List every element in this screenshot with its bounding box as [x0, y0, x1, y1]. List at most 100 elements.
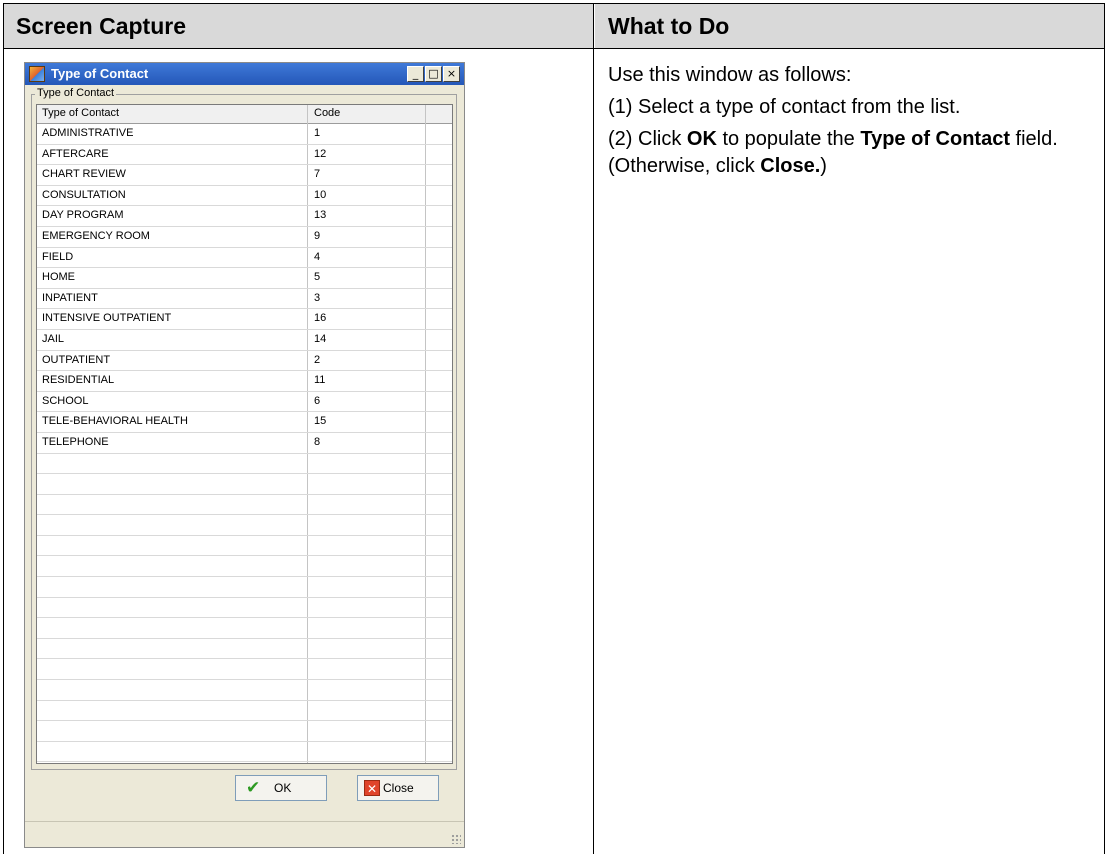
- table-row[interactable]: HOME 5: [37, 268, 452, 289]
- empty-table-row: [37, 701, 452, 722]
- header-screen-capture: Screen Capture: [3, 4, 593, 48]
- cell-type-of-contact: CONSULTATION: [42, 188, 126, 201]
- table-row[interactable]: EMERGENCY ROOM 9: [37, 227, 452, 248]
- cell-code: 13: [314, 209, 327, 222]
- window-title: Type of Contact: [51, 66, 149, 81]
- cell-type-of-contact: DAY PROGRAM: [42, 209, 124, 222]
- table-row[interactable]: SCHOOL 6: [37, 392, 452, 413]
- table-row[interactable]: JAIL 14: [37, 330, 452, 351]
- title-buttons: _ □ ×: [407, 66, 460, 82]
- table-row[interactable]: FIELD 4: [37, 248, 452, 269]
- table-row[interactable]: INTENSIVE OUTPATIENT 16: [37, 309, 452, 330]
- app-icon: [29, 66, 45, 82]
- instruction-table: Screen Capture What to Do Type of Contac…: [0, 0, 1108, 854]
- table-row[interactable]: ADMINISTRATIVE 1: [37, 124, 452, 145]
- cell-type-of-contact: CHART REVIEW: [42, 168, 126, 181]
- cell-code: 6: [314, 394, 321, 407]
- cell-type-of-contact: HOME: [42, 271, 75, 284]
- table-row[interactable]: INPATIENT 3: [37, 289, 452, 310]
- close-window-button[interactable]: ×: [443, 66, 460, 82]
- table-row[interactable]: CHART REVIEW 7: [37, 165, 452, 186]
- maximize-button[interactable]: □: [425, 66, 442, 82]
- table-row[interactable]: RESIDENTIAL 11: [37, 371, 452, 392]
- minimize-button[interactable]: _: [407, 66, 424, 82]
- table-border: [3, 3, 1105, 4]
- step2-text: ): [820, 155, 827, 177]
- cell-code: 3: [314, 291, 321, 304]
- step2-close: Close.: [760, 155, 821, 177]
- table-row[interactable]: AFTERCARE 12: [37, 145, 452, 166]
- cell-code: 14: [314, 332, 327, 345]
- cell-type-of-contact: TELE-BEHAVIORAL HEALTH: [42, 415, 188, 428]
- group-label: Type of Contact: [35, 87, 117, 99]
- checkmark-icon: ✔: [246, 778, 261, 798]
- empty-table-row: [37, 474, 452, 495]
- instructions-step-1: (1) Select a type of contact from the li…: [608, 96, 961, 118]
- empty-table-row: [37, 515, 452, 536]
- cell-code: 8: [314, 435, 321, 448]
- step2-field: Type of Contact: [860, 128, 1010, 150]
- type-of-contact-window: Type of Contact _ □ × Type of Contact Ty…: [24, 62, 465, 848]
- empty-table-row: [37, 536, 452, 557]
- contact-type-grid[interactable]: Type of Contact Code ADMINISTRATIVE 1 AFTE…: [36, 104, 453, 764]
- cell-code: 11: [314, 374, 326, 387]
- table-border: [1104, 3, 1105, 854]
- cell-type-of-contact: FIELD: [42, 250, 74, 263]
- close-label: Close: [383, 781, 414, 795]
- cell-type-of-contact: INPATIENT: [42, 291, 98, 304]
- step2-text: to populate the: [716, 128, 861, 150]
- grid-header: Type of Contact Code: [37, 105, 452, 124]
- header-what-to-do: What to Do: [595, 4, 1105, 48]
- cell-type-of-contact: OUTPATIENT: [42, 353, 111, 366]
- close-button[interactable]: ✕ Close: [357, 775, 439, 801]
- empty-table-row: [37, 556, 452, 578]
- step2-text: (2) Click: [608, 128, 687, 150]
- table-row[interactable]: OUTPATIENT 2: [37, 351, 452, 372]
- table-row[interactable]: DAY PROGRAM 13: [37, 206, 452, 227]
- empty-table-row: [37, 495, 452, 516]
- cell-type-of-contact: ADMINISTRATIVE: [42, 127, 134, 139]
- table-row[interactable]: TELEPHONE 8: [37, 433, 452, 454]
- cell-code: 15: [314, 415, 327, 428]
- instructions-intro: Use this window as follows:: [608, 64, 852, 86]
- grid-rows: ADMINISTRATIVE 1 AFTERCARE 12 CHART REVIEW 7 C…: [37, 124, 452, 763]
- table-border: [3, 3, 4, 854]
- table-row[interactable]: CONSULTATION 10: [37, 186, 452, 207]
- step2-ok: OK: [686, 128, 717, 150]
- cell-type-of-contact: RESIDENTIAL: [42, 374, 115, 387]
- empty-table-row: [37, 639, 452, 660]
- window-titlebar[interactable]: Type of Contact _ □ ×: [25, 63, 464, 85]
- column-header-type[interactable]: Type of Contact: [42, 107, 119, 119]
- cell-code: 16: [314, 312, 327, 325]
- empty-table-row: [37, 721, 452, 742]
- cell-type-of-contact: INTENSIVE OUTPATIENT: [42, 312, 172, 325]
- instructions: Use this window as follows: (1) Select a…: [608, 62, 1098, 185]
- empty-table-row: [37, 659, 452, 681]
- table-border: [593, 3, 594, 854]
- empty-table-row: [37, 454, 452, 475]
- cell-type-of-contact: JAIL: [42, 332, 65, 345]
- empty-table-row: [37, 618, 452, 639]
- cell-code: 5: [314, 271, 321, 284]
- cell-type-of-contact: SCHOOL: [42, 394, 89, 407]
- ok-label: OK: [274, 781, 292, 795]
- cell-type-of-contact: EMERGENCY ROOM: [42, 229, 150, 242]
- instructions-step-2: (2) Click OK to populate the Type of Con…: [608, 126, 1098, 180]
- empty-table-row: [37, 598, 452, 619]
- cell-code: 9: [314, 229, 321, 242]
- empty-table-row: [37, 742, 452, 763]
- cell-code: 2: [314, 353, 321, 366]
- cell-code: 10: [314, 188, 327, 201]
- empty-table-row: [37, 680, 452, 701]
- ok-button[interactable]: ✔ OK: [235, 775, 327, 801]
- table-row[interactable]: TELE-BEHAVIORAL HEALTH 15: [37, 412, 452, 433]
- table-border: [3, 48, 1105, 49]
- cell-code: 4: [314, 250, 321, 263]
- resize-grip-icon[interactable]: [451, 834, 461, 844]
- cell-type-of-contact: TELEPHONE: [42, 435, 109, 448]
- cell-code: 12: [314, 147, 327, 160]
- column-header-code[interactable]: Code: [314, 107, 340, 119]
- red-x-icon: ✕: [364, 780, 380, 796]
- cell-code: 1: [314, 127, 321, 139]
- cell-code: 7: [314, 168, 321, 181]
